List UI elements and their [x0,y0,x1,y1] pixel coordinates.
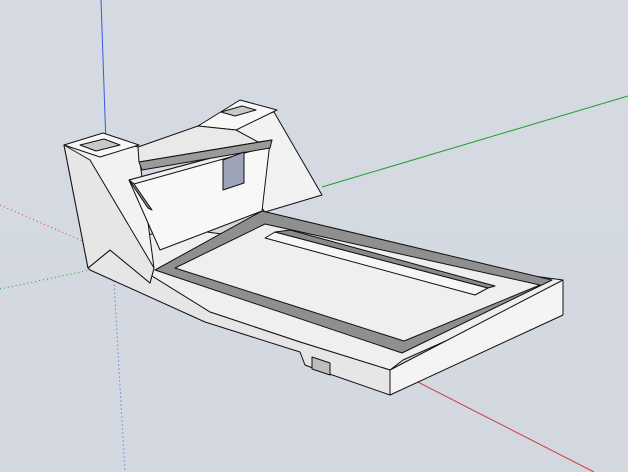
green-axis-line [321,95,628,188]
model[interactable] [63,99,564,396]
green-axis-dotted [0,269,91,290]
3d-viewport[interactable] [0,0,628,472]
scene-svg[interactable] [0,0,628,472]
blue-axis-line [100,0,107,146]
red-axis-line [407,376,595,472]
